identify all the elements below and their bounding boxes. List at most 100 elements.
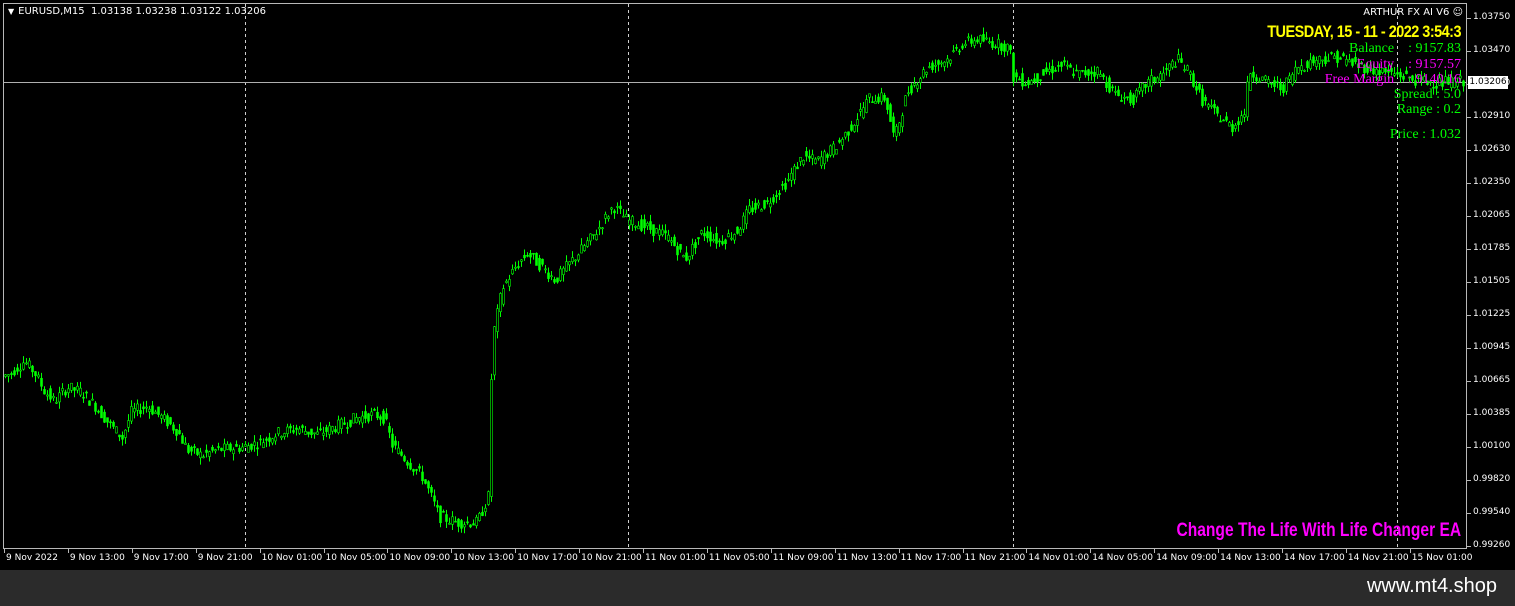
candle-body (901, 115, 904, 128)
candle-body (838, 139, 841, 143)
candle-body (1120, 99, 1123, 102)
candle-body (544, 268, 547, 271)
candle-body (1192, 73, 1195, 87)
candle-body (139, 410, 142, 414)
candle-body (811, 154, 814, 159)
candle-body (736, 226, 739, 234)
candle-body (1207, 104, 1210, 108)
candle-body (865, 99, 868, 113)
candle-body (199, 451, 202, 459)
candle-body (925, 71, 928, 75)
candle-body (886, 97, 889, 110)
candle-body (850, 124, 853, 131)
candle-body (625, 213, 628, 218)
candle-body (799, 156, 802, 162)
price-tick: 1.01505 (1466, 276, 1511, 286)
candle-body (790, 172, 793, 181)
time-tick: 14 Nov 13:00 (1218, 549, 1281, 563)
candle-body (340, 418, 343, 429)
time-tick: 11 Nov 01:00 (643, 549, 706, 563)
candle-body (40, 377, 43, 387)
candle-body (1045, 67, 1048, 73)
candle-body (973, 40, 976, 46)
candle-body (820, 156, 823, 167)
candle-body (1111, 86, 1114, 89)
candle-body (82, 396, 85, 399)
candle-body (1138, 87, 1141, 92)
candle-body (730, 237, 733, 240)
candle-body (967, 36, 970, 39)
candle-body (457, 518, 460, 527)
candle-body (316, 431, 319, 435)
candle-body (157, 406, 160, 415)
price-chart[interactable] (0, 0, 1467, 549)
candle-body (1162, 72, 1165, 81)
candle-body (1054, 69, 1057, 72)
candle-body (427, 481, 430, 489)
candle-body (22, 362, 25, 370)
range-display: Range : 0.2 (1396, 102, 1461, 117)
candle-body (76, 385, 79, 391)
candle-body (1201, 88, 1204, 106)
candle-body (910, 85, 913, 94)
candle-body (1264, 75, 1267, 80)
candle-body (1243, 114, 1246, 118)
candle-body (70, 382, 73, 391)
candle-body (1273, 80, 1276, 87)
candle-body (208, 451, 211, 457)
smiley-icon[interactable]: ☺ (1453, 7, 1463, 18)
candle-body (1108, 77, 1111, 93)
candle-body (553, 279, 556, 283)
candle-body (466, 521, 469, 524)
candle-body (109, 421, 112, 424)
candle-body (1318, 56, 1321, 64)
candle-body (373, 409, 376, 411)
candle-body (877, 96, 880, 103)
candle-body (1177, 54, 1180, 61)
candle-body (1021, 73, 1024, 87)
candle-body (1255, 77, 1258, 82)
candle-body (1129, 92, 1132, 104)
candle-body (439, 505, 442, 524)
candle-body (1018, 78, 1021, 81)
price-tick: 1.00945 (1466, 341, 1511, 352)
candle-body (376, 411, 379, 419)
time-tick: 11 Nov 17:00 (898, 549, 962, 563)
candle-body (328, 425, 331, 435)
price-tick: 1.02910 (1466, 110, 1511, 121)
candle-body (1210, 104, 1213, 107)
candle-body (1051, 65, 1054, 74)
candle-body (217, 446, 220, 448)
balance-value: : 9157.83 (1408, 41, 1461, 56)
candle-body (496, 308, 499, 332)
candle-body (985, 37, 988, 40)
balance-row: Balance: 9157.83 (1349, 41, 1461, 57)
candle-body (244, 444, 247, 447)
chart-window[interactable]: ▼ EURUSD,M15 1.03138 1.03238 1.03122 1.03… (0, 0, 1515, 570)
candle-body (817, 156, 820, 159)
candle-body (556, 277, 559, 283)
candle-body (19, 369, 22, 372)
candle-body (970, 38, 973, 44)
candle-body (1246, 81, 1249, 118)
candle-body (1036, 73, 1039, 83)
candle-body (307, 431, 310, 435)
candle-body (379, 416, 382, 420)
candle-body (880, 92, 883, 102)
candle-body (223, 443, 226, 451)
candle-body (31, 365, 34, 373)
candle-body (469, 524, 472, 528)
candle-body (1198, 83, 1201, 90)
candle-body (196, 448, 199, 455)
time-axis[interactable]: 9 Nov 2022 9 Nov 13:00 9 Nov 17:00 9 Nov 21… (0, 549, 1472, 570)
symbol-dropdown-icon[interactable]: ▼ (8, 7, 14, 16)
candle-body (349, 419, 352, 427)
candle-body (160, 414, 163, 419)
candle-body (559, 268, 562, 281)
candle-body (727, 233, 730, 238)
candle-body (367, 413, 370, 422)
candle-body (823, 151, 826, 165)
candle-body (670, 240, 673, 243)
candle-body (943, 61, 946, 67)
candle-body (1084, 70, 1087, 76)
